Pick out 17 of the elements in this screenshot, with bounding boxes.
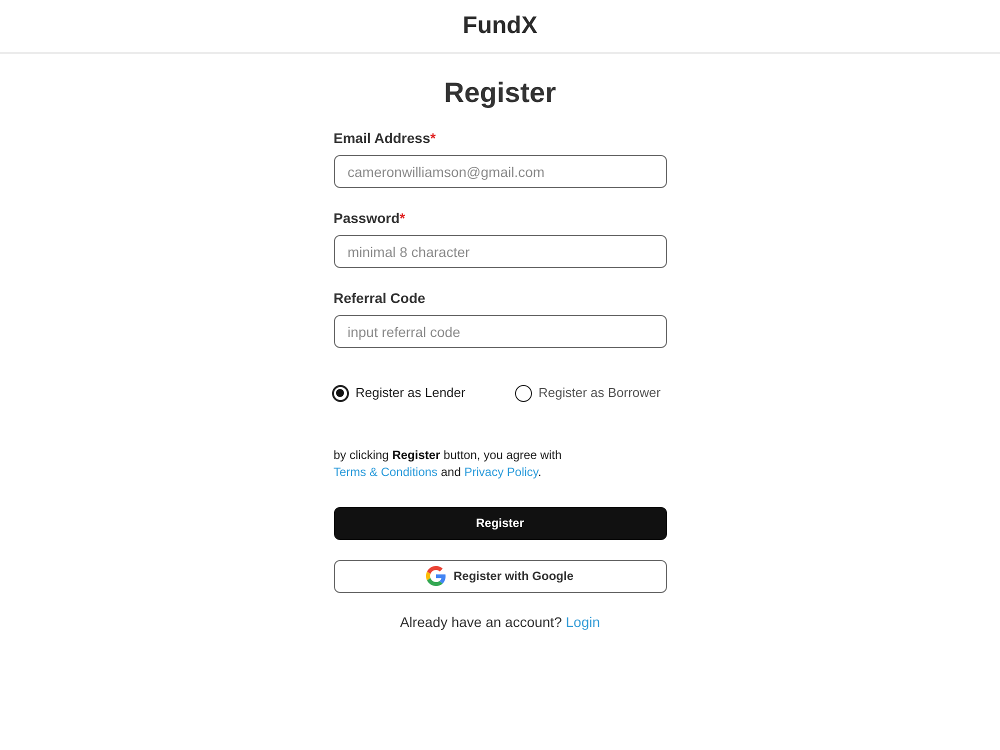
field-label: Password*	[334, 210, 406, 227]
radio-option[interactable]: Register as Lender	[332, 384, 466, 402]
input-field[interactable]: minimal 8 character	[334, 235, 666, 268]
field-label: Referral Code	[334, 290, 426, 307]
login-prompt: Already have an account? Login	[400, 614, 600, 630]
terms-text: by clicking Register button, you agree with Terms & Conditions and Privacy Policy.	[334, 446, 563, 480]
logo-text: FundX	[462, 12, 538, 40]
google-icon	[426, 566, 446, 586]
radio-icon[interactable]	[332, 384, 348, 402]
input-field[interactable]: input referral code	[334, 315, 666, 348]
radio-icon[interactable]	[514, 384, 532, 402]
field-label: Email Address*	[334, 130, 437, 147]
input-field[interactable]: cameronwilliamson@gmail.com	[334, 155, 666, 188]
page-title: Register	[442, 76, 558, 110]
register-button[interactable]: Register	[334, 506, 666, 540]
radio-option[interactable]: Register as Borrower	[514, 384, 661, 402]
google-register-button[interactable]: Register with Google	[334, 560, 666, 592]
